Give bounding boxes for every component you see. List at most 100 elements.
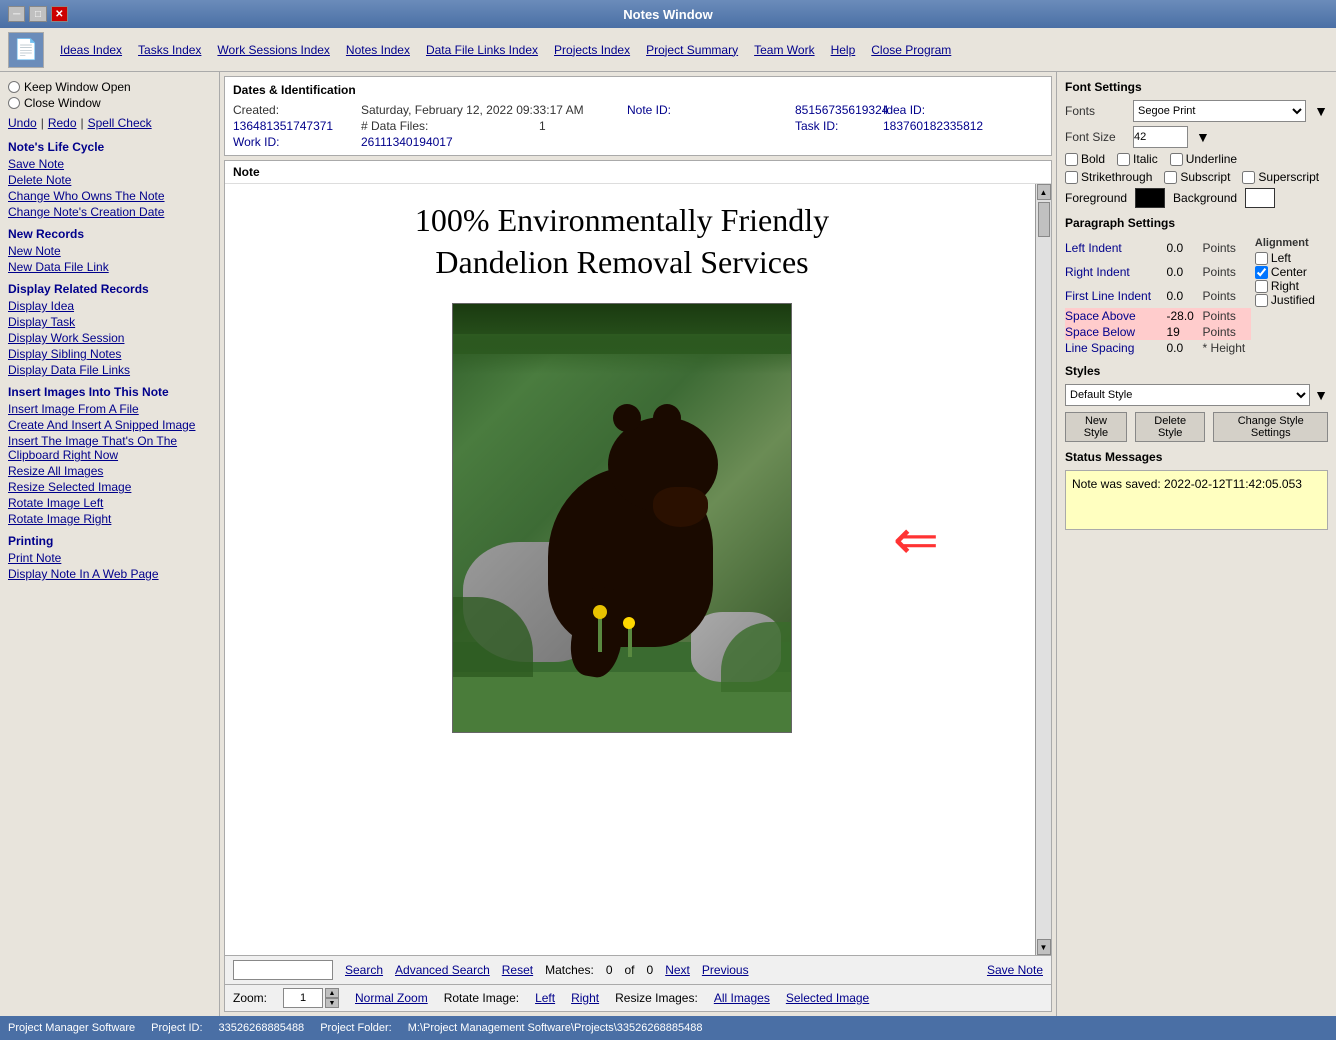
close-window-option[interactable]: Close Window [8,96,211,110]
display-idea-sidebar[interactable]: Display Idea [8,299,211,313]
fonts-dropdown-arrow[interactable]: ▼ [1314,103,1328,119]
display-work-session-sidebar[interactable]: Display Work Session [8,331,211,345]
next-button[interactable]: Next [665,963,690,977]
menu-notes-index[interactable]: Notes Index [346,43,410,57]
menu-help[interactable]: Help [831,43,856,57]
zoom-value-input[interactable] [283,988,323,1008]
menu-team-work[interactable]: Team Work [754,43,814,57]
italic-option[interactable]: Italic [1117,152,1158,166]
resize-all-images-sidebar[interactable]: Resize All Images [8,464,211,478]
bold-checkbox[interactable] [1065,153,1078,166]
search-button[interactable]: Search [345,963,383,977]
keep-window-open-option[interactable]: Keep Window Open [8,80,211,94]
change-owner-sidebar[interactable]: Change Who Owns The Note [8,189,211,203]
right-align-checkbox[interactable] [1255,280,1268,293]
rotate-right-link[interactable]: Right [571,991,599,1005]
menu-tasks-index[interactable]: Tasks Index [138,43,201,57]
close-window-radio[interactable] [8,97,20,109]
strikethrough-option[interactable]: Strikethrough [1065,170,1152,184]
menu-projects-index[interactable]: Projects Index [554,43,630,57]
underline-option[interactable]: Underline [1170,152,1237,166]
note-inner[interactable]: 100% Environmentally Friendly Dandelion … [225,184,1035,955]
all-images-link[interactable]: All Images [714,991,770,1005]
insert-image-file-sidebar[interactable]: Insert Image From A File [8,402,211,416]
rotate-left-link[interactable]: Left [535,991,555,1005]
note-text-area[interactable]: 100% Environmentally Friendly Dandelion … [225,184,1019,749]
create-snipped-image-sidebar[interactable]: Create And Insert A Snipped Image [8,418,211,432]
superscript-checkbox[interactable] [1242,171,1255,184]
display-note-web-sidebar[interactable]: Display Note In A Web Page [8,567,211,581]
save-note-bottom[interactable]: Save Note [987,963,1043,977]
zoom-down-arrow[interactable]: ▼ [325,998,339,1008]
menu-ideas-index[interactable]: Ideas Index [60,43,122,57]
scroll-thumb[interactable] [1038,202,1050,237]
right-align-option[interactable]: Right [1255,279,1324,293]
save-note-sidebar[interactable]: Save Note [8,157,211,171]
resize-selected-image-sidebar[interactable]: Resize Selected Image [8,480,211,494]
justified-align-option[interactable]: Justified [1255,293,1324,307]
spell-check-link[interactable]: Spell Check [88,116,152,130]
fonts-select[interactable]: Segoe Print [1133,100,1306,122]
left-align-option[interactable]: Left [1255,251,1324,265]
center-align-option[interactable]: Center [1255,265,1324,279]
zoom-up-arrow[interactable]: ▲ [325,988,339,998]
justified-align-checkbox[interactable] [1255,294,1268,307]
center-align-checkbox[interactable] [1255,266,1268,279]
keep-window-radio[interactable] [8,81,20,93]
font-size-dropdown-arrow[interactable]: ▼ [1196,129,1210,145]
styles-dropdown-arrow[interactable]: ▼ [1314,387,1328,403]
change-style-button[interactable]: Change Style Settings [1213,412,1328,442]
new-note-sidebar[interactable]: New Note [8,244,211,258]
insert-clipboard-image-sidebar[interactable]: Insert The Image That's On The Clipboard… [8,434,211,462]
restore-button[interactable]: □ [29,6,46,22]
close-window-button[interactable]: ✕ [51,6,68,22]
paragraph-settings-title: Paragraph Settings [1065,216,1328,230]
menu-data-file-links-index[interactable]: Data File Links Index [426,43,538,57]
menu-close-program[interactable]: Close Program [871,43,951,57]
display-related-title: Display Related Records [8,282,211,296]
foreground-swatch[interactable] [1135,188,1165,208]
minimize-button[interactable]: ─ [8,6,25,22]
superscript-option[interactable]: Superscript [1242,170,1319,184]
previous-button[interactable]: Previous [702,963,749,977]
italic-checkbox[interactable] [1117,153,1130,166]
normal-zoom-link[interactable]: Normal Zoom [355,991,428,1005]
zoom-bar: Zoom: ▲ ▼ Normal Zoom Rotate Image: Left… [225,984,1051,1011]
menu-work-sessions-index[interactable]: Work Sessions Index [217,43,330,57]
reset-button[interactable]: Reset [502,963,533,977]
vertical-scrollbar[interactable]: ▲ ▼ [1035,184,1051,955]
subscript-option[interactable]: Subscript [1164,170,1230,184]
line-spacing-value: 0.0 [1162,340,1202,356]
new-style-button[interactable]: New Style [1065,412,1127,442]
background-swatch[interactable] [1245,188,1275,208]
zoom-label: Zoom: [233,991,267,1005]
subscript-checkbox[interactable] [1164,171,1177,184]
font-size-input[interactable] [1133,126,1188,148]
bold-label: Bold [1081,152,1105,166]
delete-note-sidebar[interactable]: Delete Note [8,173,211,187]
strikethrough-label: Strikethrough [1081,170,1152,184]
menu-project-summary[interactable]: Project Summary [646,43,738,57]
left-align-checkbox[interactable] [1255,252,1268,265]
search-input[interactable] [233,960,333,980]
display-data-file-links-sidebar[interactable]: Display Data File Links [8,363,211,377]
status-project-id-label: Project ID: [151,1022,202,1034]
selected-image-link[interactable]: Selected Image [786,991,869,1005]
new-data-file-link-sidebar[interactable]: New Data File Link [8,260,211,274]
redo-link[interactable]: Redo [48,116,77,130]
scroll-up-arrow[interactable]: ▲ [1037,184,1051,200]
styles-select[interactable]: Default Style [1065,384,1310,406]
print-note-sidebar[interactable]: Print Note [8,551,211,565]
display-sibling-notes-sidebar[interactable]: Display Sibling Notes [8,347,211,361]
display-task-sidebar[interactable]: Display Task [8,315,211,329]
advanced-search-button[interactable]: Advanced Search [395,963,490,977]
strikethrough-checkbox[interactable] [1065,171,1078,184]
underline-checkbox[interactable] [1170,153,1183,166]
rotate-image-right-sidebar[interactable]: Rotate Image Right [8,512,211,526]
undo-link[interactable]: Undo [8,116,37,130]
change-date-sidebar[interactable]: Change Note's Creation Date [8,205,211,219]
rotate-image-left-sidebar[interactable]: Rotate Image Left [8,496,211,510]
bold-option[interactable]: Bold [1065,152,1105,166]
delete-style-button[interactable]: Delete Style [1135,412,1206,442]
scroll-down-arrow[interactable]: ▼ [1037,939,1051,955]
